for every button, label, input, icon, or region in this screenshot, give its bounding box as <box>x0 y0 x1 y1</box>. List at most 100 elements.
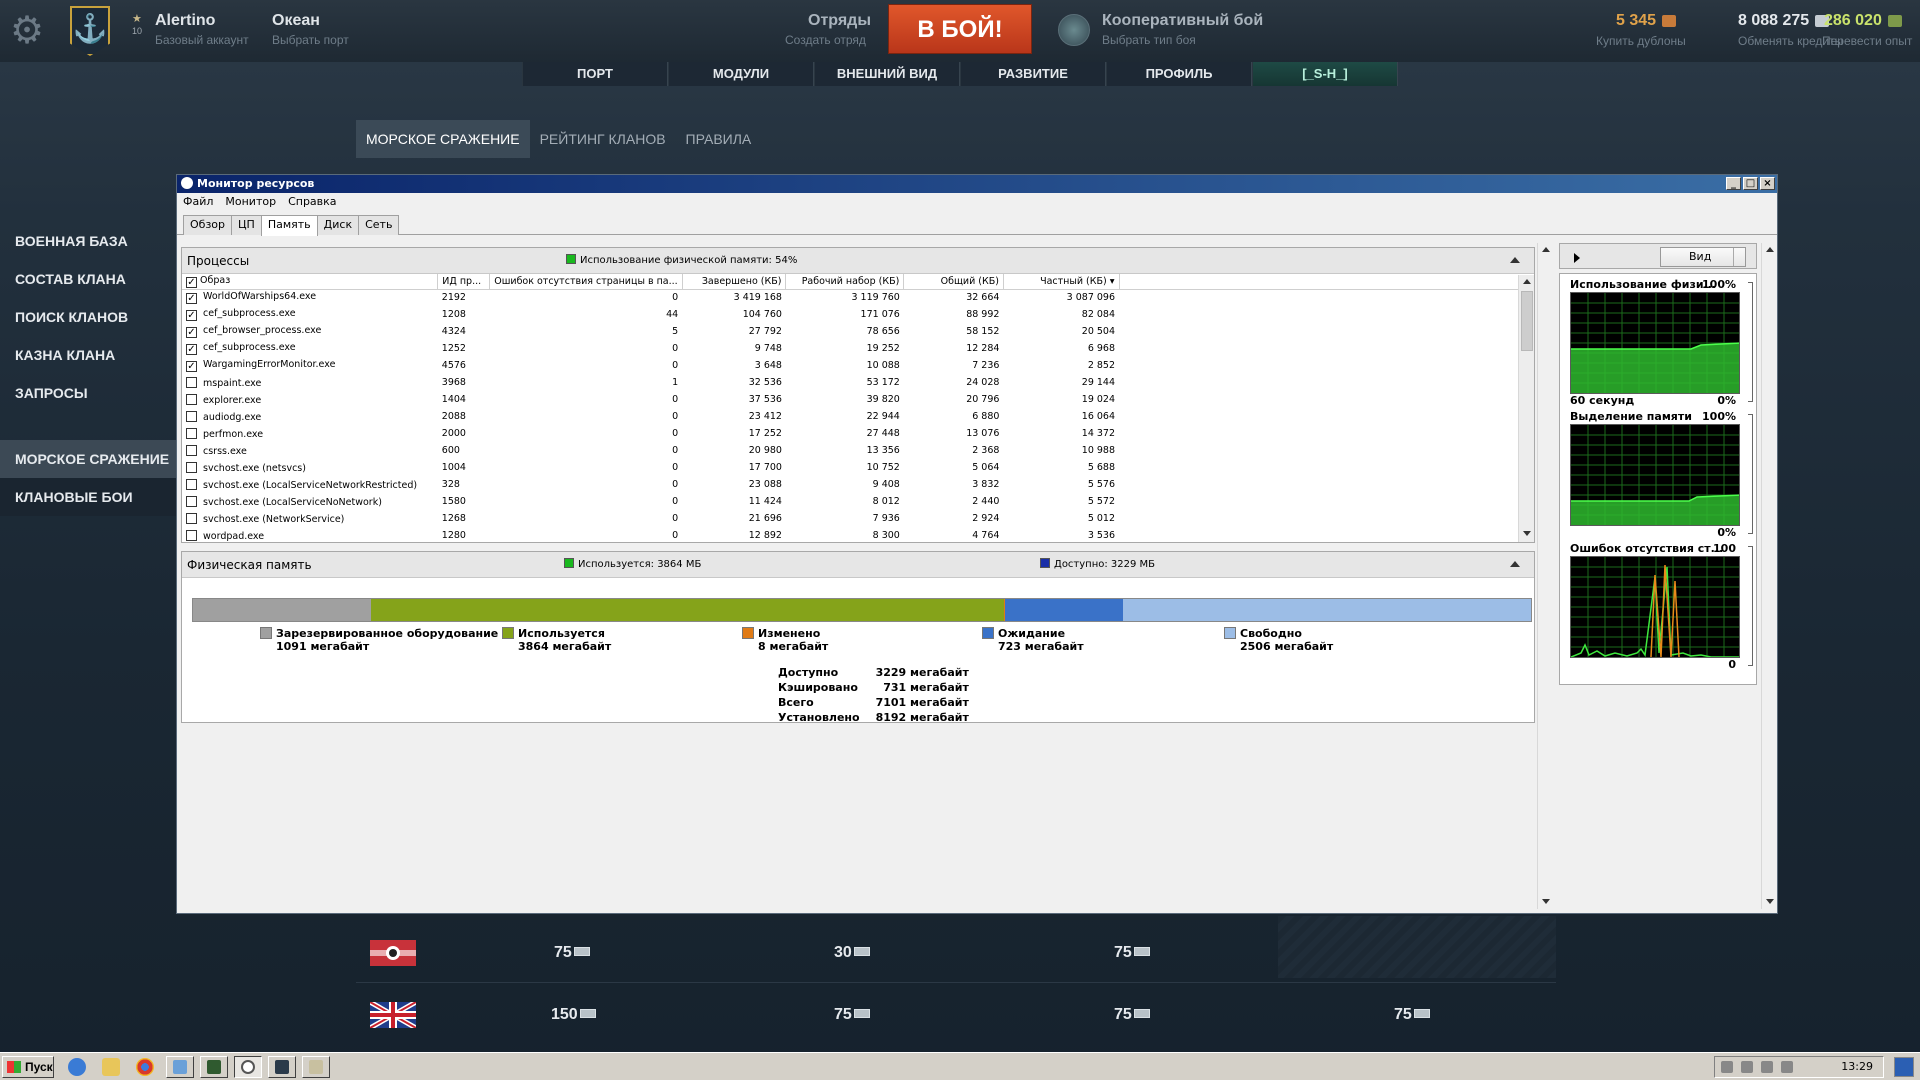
tab-modules[interactable]: МОДУЛИ <box>668 62 814 86</box>
col-private[interactable]: Частный (КБ) ▾ <box>1003 274 1120 290</box>
clan-emblem-anchor-icon[interactable]: ⚓ <box>70 6 110 56</box>
squads-label[interactable]: Отряды <box>808 12 871 30</box>
menu-file[interactable]: Файл <box>183 193 213 211</box>
process-checkbox[interactable] <box>186 427 197 439</box>
tray-flag-icon[interactable] <box>1781 1061 1793 1073</box>
expand-arrow-icon[interactable] <box>1574 253 1580 263</box>
right-scrollbar[interactable] <box>1761 243 1777 909</box>
process-checkbox[interactable] <box>186 529 197 541</box>
process-checkbox[interactable]: ✓ <box>186 327 197 338</box>
process-checkbox[interactable] <box>186 410 197 422</box>
minimize-button[interactable]: _ <box>1726 177 1741 190</box>
process-checkbox[interactable] <box>186 461 197 473</box>
tray-volume-icon[interactable] <box>1761 1061 1773 1073</box>
table-row[interactable]: ✓ cef_subprocess.exe 1252 0 9 748 19 252 12 28… <box>182 340 1534 357</box>
port-select-link[interactable]: Выбрать порт <box>272 33 349 47</box>
menu-naval-battle[interactable]: МОРСКОЕ СРАЖЕНИЕ <box>0 440 176 478</box>
process-checkbox[interactable] <box>186 512 197 524</box>
tab-port[interactable]: ПОРТ <box>522 62 668 86</box>
scroll-up-icon[interactable] <box>1523 279 1531 284</box>
clock[interactable]: 13:29 <box>1841 1057 1873 1077</box>
process-checkbox[interactable]: ✓ <box>186 361 197 372</box>
menu-military-base[interactable]: ВОЕННАЯ БАЗА <box>0 222 176 260</box>
tab-overview[interactable]: Обзор <box>183 215 233 235</box>
free-xp-balance[interactable]: 286 020 <box>1824 12 1902 30</box>
select-all-checkbox[interactable]: ✓ <box>186 276 197 288</box>
to-battle-button[interactable]: В БОЙ! <box>888 4 1032 54</box>
scroll-down-icon[interactable] <box>1523 531 1531 536</box>
port-name[interactable]: Океан <box>272 12 320 30</box>
close-button[interactable]: × <box>1760 177 1775 190</box>
processes-header[interactable]: Процессы Использование физической памяти… <box>182 248 1534 274</box>
process-checkbox[interactable] <box>186 444 197 456</box>
menu-requests[interactable]: ЗАПРОСЫ <box>0 374 176 412</box>
process-checkbox[interactable] <box>186 393 197 405</box>
collapse-icon[interactable] <box>1510 561 1520 567</box>
tab-network[interactable]: Сеть <box>358 215 400 235</box>
buy-doubloons-link[interactable]: Купить дублоны <box>1596 34 1686 48</box>
table-row[interactable]: svchost.exe (LocalServiceNoNetwork) 1580 0… <box>182 493 1534 510</box>
process-checkbox[interactable]: ✓ <box>186 310 197 321</box>
tab-memory[interactable]: Память <box>260 215 318 236</box>
process-checkbox[interactable]: ✓ <box>186 293 197 305</box>
credits-balance[interactable]: 8 088 275 <box>1738 12 1830 30</box>
taskbar-app-wordpad[interactable] <box>302 1056 330 1078</box>
process-checkbox[interactable] <box>186 495 197 507</box>
table-row[interactable]: svchost.exe (LocalServiceNetworkRestrict… <box>182 476 1534 493</box>
convert-xp-link[interactable]: Перевести опыт <box>1822 34 1912 48</box>
taskbar-app-resmon[interactable] <box>234 1056 262 1078</box>
maximize-button[interactable]: □ <box>1743 177 1758 190</box>
tab-exterior[interactable]: ВНЕШНИЙ ВИД <box>814 62 960 86</box>
scroll-thumb[interactable] <box>1521 291 1533 351</box>
col-working-set[interactable]: Рабочий набор (КБ) <box>785 274 905 290</box>
table-row[interactable]: ✓ cef_subprocess.exe 1208 44 104 760 171 076 8… <box>182 306 1534 323</box>
battle-mode-select-link[interactable]: Выбрать тип боя <box>1102 33 1196 47</box>
table-row[interactable]: svchost.exe (NetworkService) 1268 0 21 696 7… <box>182 510 1534 527</box>
menu-monitor[interactable]: Монитор <box>225 193 276 211</box>
ie-icon[interactable] <box>68 1058 86 1076</box>
coop-mode-icon[interactable] <box>1058 14 1090 46</box>
subtab-clan-rating[interactable]: РЕЙТИНГ КЛАНОВ <box>530 120 676 158</box>
table-row[interactable]: ✓ cef_browser_process.exe 4324 5 27 792 78 65… <box>182 323 1534 340</box>
table-row[interactable]: perfmon.exe 2000 0 17 252 27 448 13 076 14 372 <box>182 425 1534 442</box>
scroll-down-icon[interactable] <box>1766 899 1774 904</box>
table-row[interactable]: svchost.exe (netsvcs) 1004 0 17 700 10 752 5 … <box>182 459 1534 476</box>
start-button[interactable]: Пуск <box>2 1056 54 1078</box>
settings-gear-icon[interactable]: ⚙ <box>10 12 50 50</box>
scroll-up-icon[interactable] <box>1766 247 1774 252</box>
show-desktop-button[interactable] <box>1894 1057 1914 1077</box>
tray-network-icon[interactable] <box>1741 1061 1753 1073</box>
table-row[interactable]: mspaint.exe 3968 1 32 536 53 172 24 028 29 144 <box>182 374 1534 391</box>
taskbar-app-wows[interactable] <box>268 1056 296 1078</box>
tab-profile[interactable]: ПРОФИЛЬ <box>1106 62 1252 86</box>
col-pid[interactable]: ИД пр... <box>437 274 491 290</box>
menu-clan-roster[interactable]: СОСТАВ КЛАНА <box>0 260 176 298</box>
scroll-down-icon[interactable] <box>1542 899 1550 904</box>
process-scrollbar[interactable] <box>1518 275 1534 542</box>
table-row[interactable]: wordpad.exe 1280 0 12 892 8 300 4 764 3 536 <box>182 527 1534 544</box>
doubloons-balance[interactable]: 5 345 <box>1616 12 1677 30</box>
subtab-rules[interactable]: ПРАВИЛА <box>676 120 762 158</box>
col-commit[interactable]: Завершено (КБ) <box>682 274 787 290</box>
subtab-naval-battle[interactable]: МОРСКОЕ СРАЖЕНИЕ <box>356 120 530 158</box>
account-name[interactable]: Alertino <box>155 12 215 30</box>
battle-mode-name[interactable]: Кооперативный бой <box>1102 12 1263 30</box>
physical-memory-header[interactable]: Физическая память Используется: 3864 МБ … <box>182 552 1534 578</box>
table-row[interactable]: ✓ WorldOfWarships64.exe 2192 0 3 419 168 3 11… <box>182 289 1534 306</box>
process-checkbox[interactable] <box>186 478 197 490</box>
window-title-bar[interactable]: Монитор ресурсов _ □ × <box>177 175 1777 193</box>
table-row[interactable]: audiodg.exe 2088 0 23 412 22 944 6 880 16 064 <box>182 408 1534 425</box>
chrome-icon[interactable] <box>136 1058 154 1076</box>
tab-cpu[interactable]: ЦП <box>231 215 262 235</box>
scroll-up-icon[interactable] <box>1542 247 1550 252</box>
menu-help[interactable]: Справка <box>288 193 336 211</box>
menu-clan-treasury[interactable]: КАЗНА КЛАНА <box>0 336 176 374</box>
col-shareable[interactable]: Общий (КБ) <box>903 274 1004 290</box>
create-squad-link[interactable]: Создать отряд <box>785 33 866 47</box>
col-page-faults[interactable]: Ошибок отсутствия страницы в па... <box>489 274 683 290</box>
table-row[interactable]: ✓ WargamingErrorMonitor.exe 4576 0 3 648 10 0… <box>182 357 1534 374</box>
tray-arrow-icon[interactable] <box>1721 1061 1733 1073</box>
view-dropdown[interactable]: Вид <box>1660 247 1746 267</box>
process-checkbox[interactable]: ✓ <box>186 344 197 355</box>
col-image[interactable]: ✓ Образ <box>182 274 439 290</box>
